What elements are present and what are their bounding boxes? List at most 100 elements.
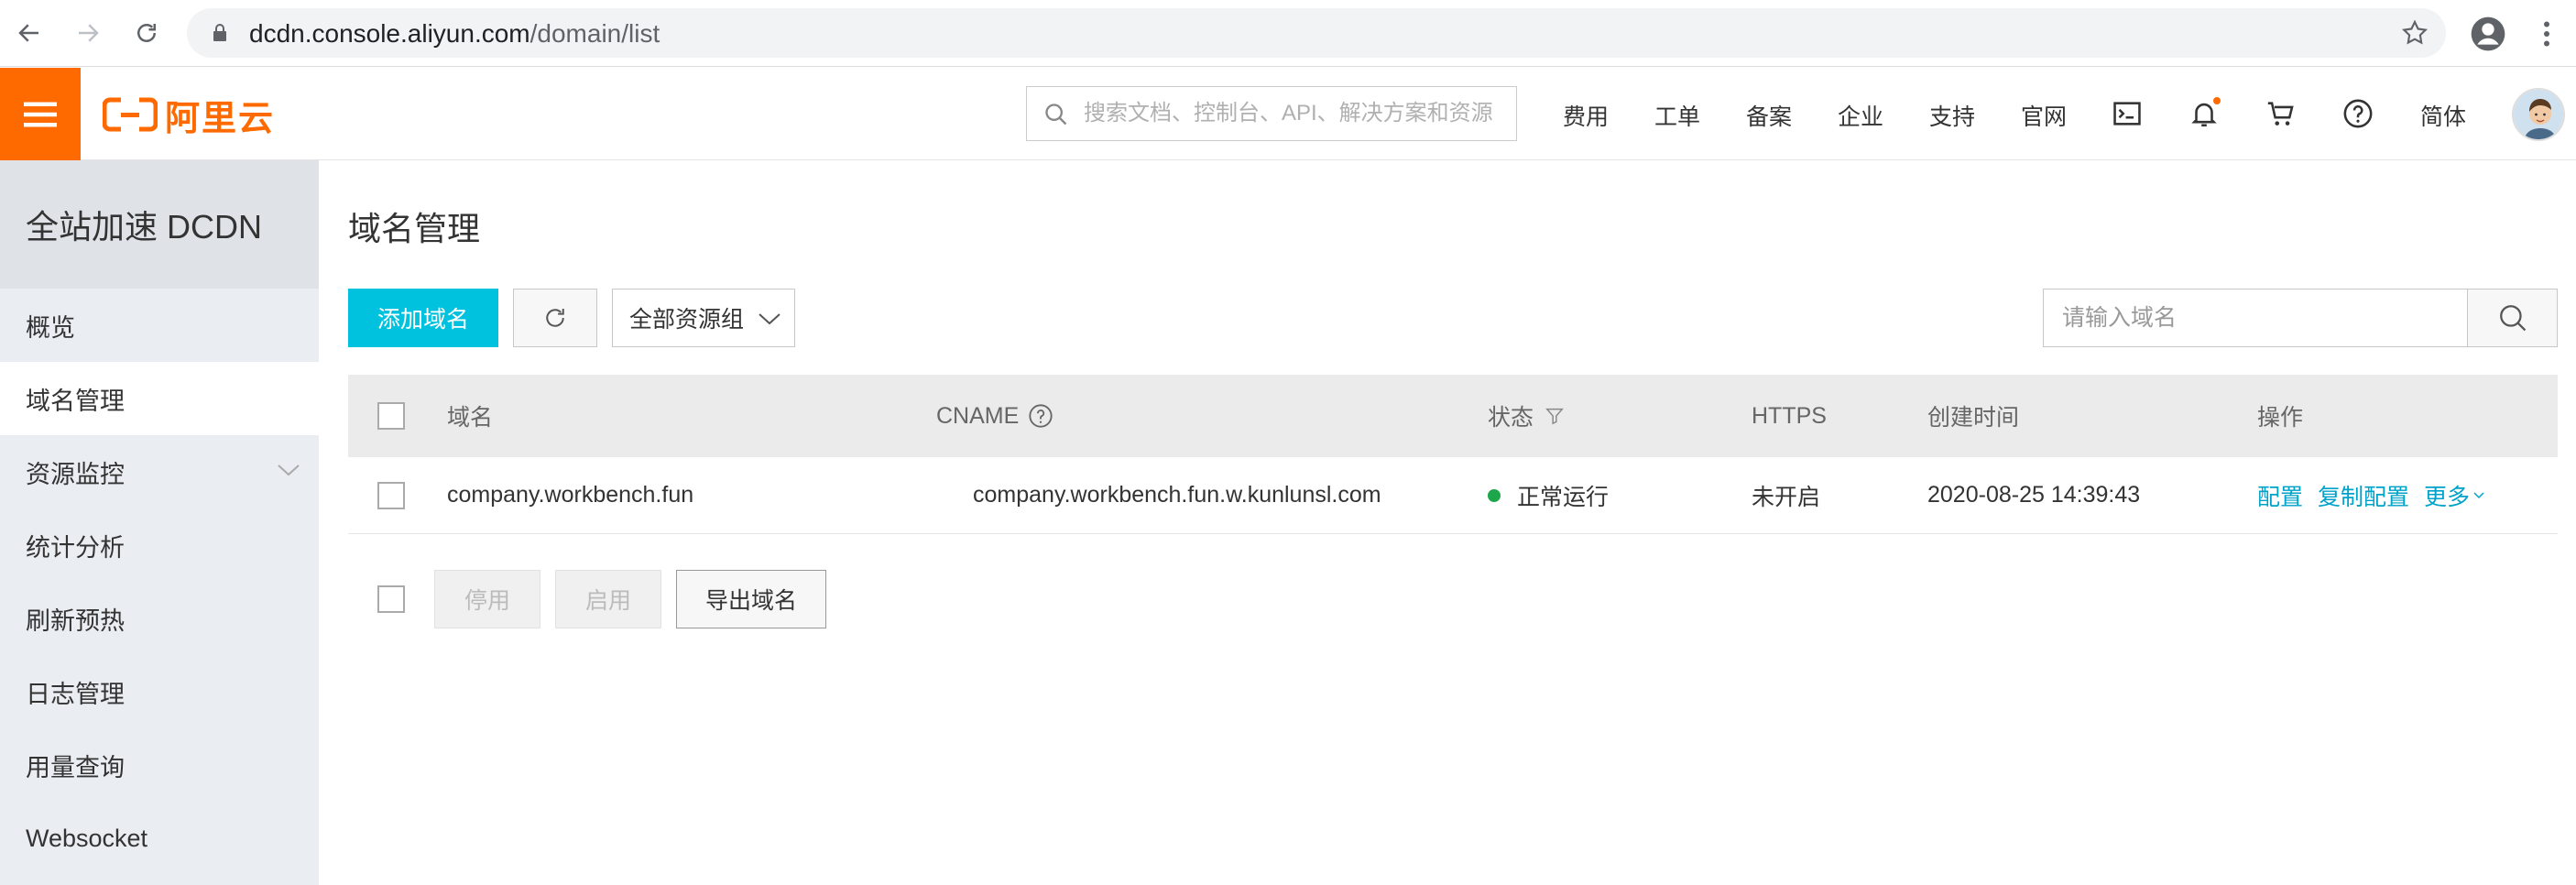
row-checkbox[interactable]: [377, 481, 405, 509]
main-content: 域名管理 添加域名 全部资源组 域名 CNAME 状态 HTTPS 创建时间 操…: [319, 160, 2576, 885]
reload-icon: [137, 24, 156, 42]
page-title: 域名管理: [348, 210, 481, 247]
terminal-icon: [2113, 102, 2141, 126]
user-avatar-icon: [2514, 90, 2563, 139]
cell-cname: company.workbench.fun.w.kunlunsl.com: [973, 482, 1381, 508]
enable-button[interactable]: 启用: [555, 570, 661, 628]
more-link-label: 更多: [2424, 484, 2471, 510]
search-icon: [1045, 104, 1067, 126]
bookmark-star-icon[interactable]: [2400, 18, 2429, 48]
status-dot-icon: [1488, 488, 1501, 502]
resource-group-select[interactable]: 全部资源组: [612, 289, 795, 347]
chevron-down-icon: [278, 464, 300, 476]
console-topbar: 阿里云 费用 工单 备案 企业 支持 官网 简体: [0, 68, 2576, 160]
chevron-down-icon: [759, 313, 780, 325]
top-link-official[interactable]: 官网: [2021, 99, 2067, 132]
domain-search: [2043, 289, 2558, 347]
terminal-button[interactable]: [2109, 95, 2145, 132]
notification-dot: [2213, 97, 2221, 104]
batch-select-all-checkbox[interactable]: [377, 585, 405, 613]
header-status: 状态: [1488, 375, 1565, 457]
sidebar-item-logs[interactable]: 日志管理: [0, 655, 319, 728]
cell-actions: 配置 复制配置 更多: [2257, 457, 2484, 533]
back-button[interactable]: [9, 13, 49, 53]
sidebar-item-label: 概览: [26, 313, 75, 342]
back-arrow-icon: [18, 24, 38, 42]
forward-arrow-icon: [79, 24, 99, 42]
sidebar-item-label: 用量查询: [26, 753, 125, 781]
product-title: 全站加速 DCDN: [0, 160, 319, 289]
sidebar-item-label: 资源监控: [26, 460, 125, 488]
cell-domain: company.workbench.fun: [447, 482, 694, 508]
aliyun-logo-icon: [103, 97, 158, 132]
top-link-tickets[interactable]: 工单: [1654, 99, 1700, 132]
stop-button[interactable]: 停用: [434, 570, 540, 628]
sidebar-item-websocket[interactable]: Websocket: [0, 802, 319, 875]
address-bar[interactable]: dcdn.console.aliyun.com/domain/list: [187, 8, 2446, 58]
question-circle-icon: [2343, 99, 2373, 128]
table-header: 域名 CNAME 状态 HTTPS 创建时间 操作: [348, 375, 2558, 457]
top-link-fees[interactable]: 费用: [1563, 99, 1609, 132]
add-domain-button[interactable]: 添加域名: [348, 289, 498, 347]
top-link-enterprise[interactable]: 企业: [1838, 99, 1883, 132]
forward-button[interactable]: [68, 13, 108, 53]
sidebar-item-domain-management[interactable]: 域名管理: [0, 362, 319, 435]
filter-icon[interactable]: [1545, 406, 1565, 426]
reload-button[interactable]: [126, 13, 167, 53]
sidebar-item-statistics[interactable]: 统计分析: [0, 508, 319, 582]
sidebar-item-label: 域名管理: [26, 387, 125, 415]
aliyun-logo[interactable]: 阿里云: [103, 93, 275, 138]
table-row: company.workbench.fun company.workbench.…: [348, 457, 2558, 534]
sidebar-item-label: 统计分析: [26, 533, 125, 562]
copy-config-link[interactable]: 复制配置: [2318, 479, 2409, 512]
language-switch[interactable]: 简体: [2420, 99, 2466, 132]
domain-search-button[interactable]: [2467, 290, 2557, 346]
header-https: HTTPS: [1752, 402, 1827, 429]
sidebar: 全站加速 DCDN 概览 域名管理 资源监控 统计分析 刷新预热 日志管理 用量…: [0, 160, 319, 885]
logo-text: 阿里云: [165, 99, 276, 138]
url-text: dcdn.console.aliyun.com/domain/list: [249, 19, 660, 49]
sidebar-item-overview[interactable]: 概览: [0, 289, 319, 362]
cell-https: 未开启: [1752, 484, 1821, 510]
select-all-cell: [377, 375, 405, 457]
menu-button[interactable]: [0, 68, 81, 160]
configure-link[interactable]: 配置: [2257, 479, 2303, 512]
global-search-input[interactable]: [1084, 96, 1501, 131]
sidebar-item-usage[interactable]: 用量查询: [0, 728, 319, 802]
status-text: 正常运行: [1517, 484, 1610, 510]
lock-icon: [213, 24, 226, 41]
export-domains-button[interactable]: 导出域名: [676, 570, 826, 628]
help-button[interactable]: [2340, 95, 2376, 132]
top-link-icp[interactable]: 备案: [1746, 99, 1792, 132]
header-cname: CNAME: [936, 375, 1053, 457]
avatar[interactable]: [2512, 88, 2565, 141]
refresh-icon: [546, 309, 564, 327]
cart-icon: [2267, 102, 2294, 126]
cart-button[interactable]: [2263, 95, 2299, 132]
search-icon: [2499, 305, 2526, 332]
domain-search-input[interactable]: [2062, 300, 2465, 335]
more-link[interactable]: 更多: [2424, 479, 2484, 512]
header-actions: 操作: [2257, 405, 2304, 431]
browser-profile-icon[interactable]: [2470, 16, 2506, 52]
hamburger-icon: [24, 102, 57, 126]
question-circle-icon[interactable]: [1028, 403, 1053, 429]
header-status-label: 状态: [1488, 405, 1534, 431]
url-host: dcdn.console.aliyun.com: [249, 19, 530, 48]
browser-menu-icon[interactable]: [2530, 16, 2563, 52]
global-search[interactable]: [1026, 86, 1517, 141]
resource-group-value: 全部资源组: [629, 307, 745, 333]
refresh-button[interactable]: [513, 289, 597, 347]
notifications-button[interactable]: [2186, 95, 2222, 132]
select-all-checkbox[interactable]: [377, 402, 405, 430]
cell-status: 正常运行: [1488, 457, 1609, 533]
batch-actions: 停用 启用 导出域名: [348, 570, 898, 628]
sidebar-item-refresh-prefetch[interactable]: 刷新预热: [0, 582, 319, 655]
header-created: 创建时间: [1927, 405, 2020, 431]
checkbox-box: [377, 585, 405, 613]
header-cname-label: CNAME: [936, 402, 1020, 429]
top-link-support[interactable]: 支持: [1929, 99, 1975, 132]
sidebar-item-resource-monitoring[interactable]: 资源监控: [0, 435, 319, 508]
chevron-down-icon: [2473, 491, 2484, 498]
cell-created: 2020-08-25 14:39:43: [1927, 482, 2141, 508]
